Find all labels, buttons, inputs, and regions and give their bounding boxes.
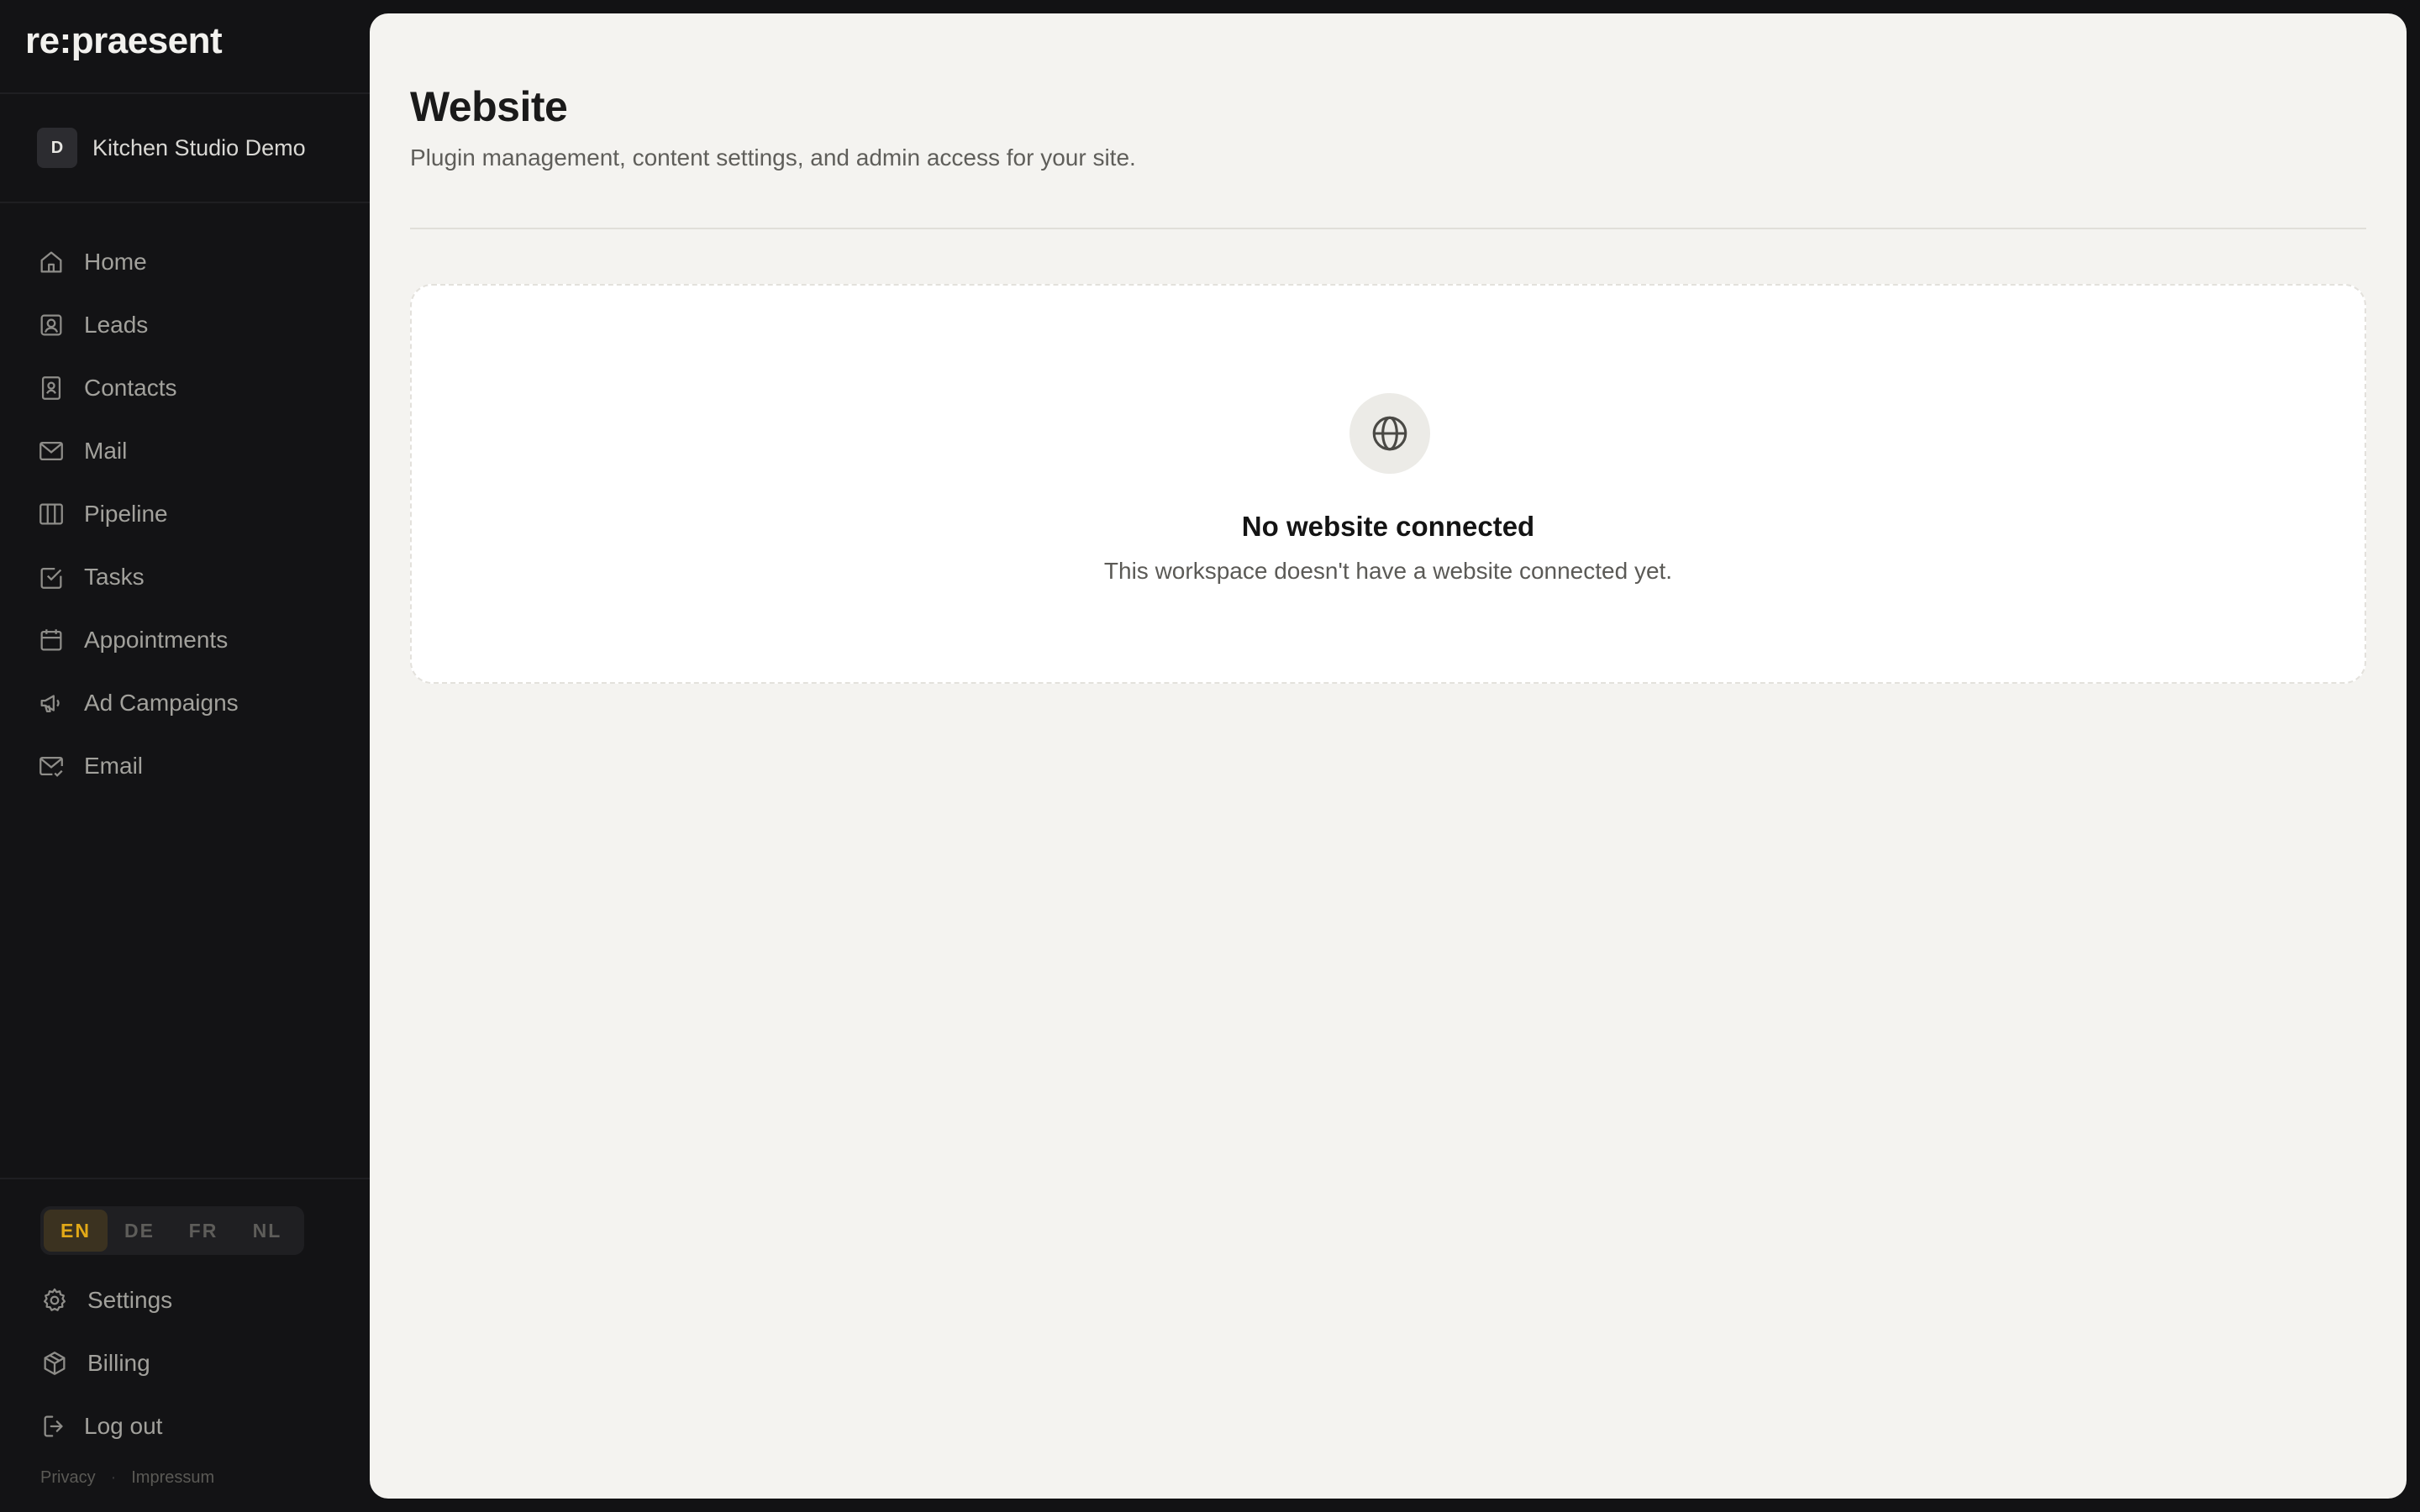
workspace-switcher[interactable]: D Kitchen Studio Demo <box>37 128 306 168</box>
sidebar-divider <box>0 92 370 94</box>
globe-icon <box>1372 416 1407 451</box>
sidebar-item-label: Leads <box>84 311 149 338</box>
sidebar-item-pipeline[interactable]: Pipeline <box>37 482 356 545</box>
mail-check-icon <box>39 756 63 777</box>
logout-button[interactable]: Log out <box>40 1394 360 1457</box>
sidebar-item-home[interactable]: Home <box>37 230 356 293</box>
logout-icon <box>44 1415 63 1436</box>
sidebar: re:praesent D Kitchen Studio Demo Home L… <box>0 0 370 1512</box>
sidebar-bottom-nav: Settings Billing Log out <box>40 1268 360 1457</box>
package-icon <box>44 1351 66 1375</box>
sidebar-item-settings[interactable]: Settings <box>40 1268 360 1331</box>
sidebar-item-label: Log out <box>84 1412 163 1439</box>
contact-book-icon <box>41 375 61 400</box>
calendar-icon <box>40 628 62 650</box>
sidebar-item-appointments[interactable]: Appointments <box>37 608 356 671</box>
sidebar-item-email[interactable]: Email <box>37 734 356 797</box>
app-root: re:praesent D Kitchen Studio Demo Home L… <box>0 0 2420 1512</box>
gear-icon <box>43 1288 66 1311</box>
lead-contact-icon <box>40 314 62 335</box>
sidebar-item-label: Ad Campaigns <box>84 689 239 716</box>
empty-state-card: No website connected This workspace does… <box>410 284 2366 684</box>
impressum-link[interactable]: Impressum <box>131 1468 214 1488</box>
sidebar-item-label: Settings <box>87 1286 173 1313</box>
sidebar-divider <box>0 202 370 203</box>
sidebar-item-label: Appointments <box>84 626 229 653</box>
privacy-link[interactable]: Privacy <box>40 1468 96 1488</box>
sidebar-item-label: Mail <box>84 437 128 464</box>
empty-state-title: No website connected <box>1241 511 1535 542</box>
sidebar-item-tasks[interactable]: Tasks <box>37 545 356 608</box>
sidebar-item-label: Tasks <box>84 563 145 590</box>
footer-links: Privacy · Impressum <box>40 1468 214 1488</box>
sidebar-item-leads[interactable]: Leads <box>37 293 356 356</box>
mail-icon <box>39 441 63 460</box>
workspace-avatar: D <box>37 128 77 168</box>
sidebar-item-ad-campaigns[interactable]: Ad Campaigns <box>37 671 356 734</box>
checkbox-icon <box>40 567 62 589</box>
page-subtitle: Plugin management, content settings, and… <box>410 144 1136 171</box>
language-option-fr[interactable]: FR <box>171 1210 235 1252</box>
sidebar-divider <box>0 1178 370 1179</box>
megaphone-icon <box>40 694 60 712</box>
separator-dot: · <box>110 1468 117 1487</box>
main-panel: Website Plugin management, content setti… <box>370 13 2407 1499</box>
sidebar-item-label: Email <box>84 752 144 779</box>
language-option-de[interactable]: DE <box>108 1210 171 1252</box>
columns-icon <box>39 503 63 524</box>
sidebar-item-billing[interactable]: Billing <box>40 1331 360 1394</box>
sidebar-item-label: Home <box>84 248 147 275</box>
home-icon <box>40 251 62 272</box>
sidebar-nav: Home Leads Contacts Mail Pipeline Tasks <box>37 230 356 797</box>
empty-state-text: This workspace doesn't have a website co… <box>1103 558 1673 584</box>
sidebar-item-mail[interactable]: Mail <box>37 419 356 482</box>
language-option-nl[interactable]: NL <box>235 1210 299 1252</box>
workspace-name: Kitchen Studio Demo <box>92 134 306 160</box>
sidebar-item-label: Contacts <box>84 374 177 401</box>
page-title: Website <box>410 83 568 130</box>
language-switcher: EN DE FR NL <box>40 1206 304 1255</box>
sidebar-item-contacts[interactable]: Contacts <box>37 356 356 419</box>
globe-icon-badge <box>1349 393 1430 474</box>
sidebar-item-label: Billing <box>87 1349 150 1376</box>
header-divider <box>410 228 2366 229</box>
sidebar-item-label: Pipeline <box>84 500 168 527</box>
language-option-en[interactable]: EN <box>44 1210 108 1252</box>
brand-logo[interactable]: re:praesent <box>25 20 223 62</box>
